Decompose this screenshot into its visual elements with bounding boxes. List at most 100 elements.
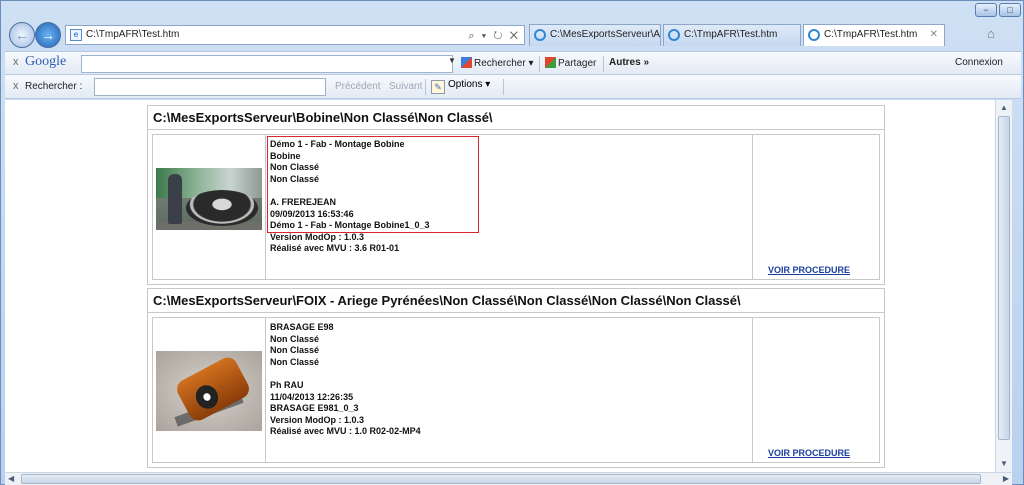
info-line-author: Ph RAU [270, 379, 304, 390]
info-line-date: 11/04/2013 12:26:35 [270, 391, 354, 402]
voir-procedure-link[interactable]: VOIR PROCEDURE [768, 265, 850, 275]
page-viewport: C:\MesExportsServeur\Bobine\Non Classé\N… [5, 100, 995, 472]
google-share-label: Partager [558, 58, 597, 69]
tab-label: C:\TmpAFR\Test.htm [824, 29, 918, 40]
info-line-mvu: Réalisé avec MVU : 3.6 R01-01 [270, 243, 400, 254]
procedure-row: Démo 1 - Fab - Montage Bobine Bobine Non… [152, 134, 880, 280]
tab-label: C:\TmpAFR\Test.htm [684, 29, 778, 40]
tab-close-icon[interactable]: ✕ [930, 25, 938, 45]
minimize-button[interactable]: − [975, 3, 997, 17]
scroll-left-icon[interactable]: ◀ [8, 473, 14, 485]
photo-coil [186, 190, 258, 226]
coil-photo-image [156, 168, 262, 230]
google-more-button[interactable]: Autres » [609, 57, 649, 68]
home-icon[interactable]: ⌂ [983, 26, 999, 42]
pencil-icon: ✎ [431, 80, 445, 94]
browser-window: − □ ← → e C:\TmpAFR\Test.htm ⌕ ▾ ↻ ✕ C:\… [0, 0, 1024, 485]
tab-label: C:\MesExportsServeur\AX... [550, 29, 661, 40]
find-options-label: Options ▾ [448, 79, 491, 90]
toolbar-separator [603, 56, 604, 72]
info-line-category: Bobine [270, 150, 301, 161]
tab-mesexports[interactable]: C:\MesExportsServeur\AX... [529, 24, 661, 46]
info-line-class2: Non Classé [270, 345, 320, 356]
find-bar: x Rechercher : Précédent Suivant ✎ Option… [5, 75, 1021, 99]
procedure-section: C:\MesExportsServeur\Bobine\Non Classé\N… [147, 105, 885, 285]
chevron-down-icon: ▾ [528, 58, 534, 69]
page-icon: e [70, 29, 82, 41]
procedure-link-cell: VOIR PROCEDURE [753, 135, 879, 279]
photo-person [168, 174, 182, 224]
find-bar-close-icon[interactable]: x [13, 80, 19, 92]
google-search-icon [461, 57, 472, 68]
google-connect-link[interactable]: Connexion [955, 57, 1003, 68]
procedure-section: C:\MesExportsServeur\FOIX - Ariege Pyrén… [147, 288, 885, 468]
info-line-blank [270, 185, 748, 197]
section-body: Démo 1 - Fab - Montage Bobine Bobine Non… [148, 130, 884, 284]
navigation-bar: ← → e C:\TmpAFR\Test.htm ⌕ ▾ ↻ ✕ C:\MesE… [5, 21, 1021, 49]
procedure-thumbnail-cell [153, 318, 266, 462]
info-line-class2: Non Classé [270, 173, 320, 184]
info-line-author: A. FREREJEAN [270, 196, 337, 207]
arrow-right-icon: → [41, 27, 55, 43]
find-options-button[interactable]: ✎ Options ▾ [431, 79, 490, 94]
address-text: C:\TmpAFR\Test.htm [86, 29, 180, 40]
info-line-blank [270, 368, 748, 380]
horizontal-scroll-thumb[interactable] [21, 474, 981, 484]
info-line-mvu: Réalisé avec MVU : 1.0 R02-02-MP4 [270, 426, 421, 437]
tab-test-2[interactable]: C:\TmpAFR\Test.htm ✕ [803, 24, 945, 46]
horizontal-scrollbar[interactable]: ◀ ▶ [5, 472, 1012, 485]
tab-test-1[interactable]: C:\TmpAFR\Test.htm [663, 24, 801, 46]
procedure-info-cell: BRASAGE E98 Non Classé Non Classé Non Cl… [266, 318, 753, 462]
back-button[interactable]: ← [9, 22, 35, 48]
toolbar-separator [539, 56, 540, 72]
google-search-button[interactable]: Rechercher ▾ [461, 57, 534, 69]
google-toolbar-close-icon[interactable]: x [13, 56, 19, 68]
info-line-title: BRASAGE E98 [270, 322, 334, 332]
info-line-class3: Non Classé [270, 356, 320, 367]
section-body: BRASAGE E98 Non Classé Non Classé Non Cl… [148, 313, 884, 467]
ie-icon [808, 29, 820, 41]
scroll-down-icon[interactable]: ▼ [997, 457, 1011, 471]
section-path-header: C:\MesExportsServeur\FOIX - Ariege Pyrén… [148, 289, 884, 313]
scroll-right-icon[interactable]: ▶ [1003, 473, 1009, 485]
google-share-button[interactable]: Partager [545, 57, 596, 69]
vertical-scroll-thumb[interactable] [998, 116, 1010, 440]
info-line-file: BRASAGE E981_0_3 [270, 403, 359, 414]
section-path-header: C:\MesExportsServeur\Bobine\Non Classé\N… [148, 106, 884, 130]
google-search-input[interactable] [81, 55, 453, 73]
forward-button[interactable]: → [35, 22, 61, 48]
info-line-file: Démo 1 - Fab - Montage Bobine1_0_3 [270, 220, 430, 231]
window-caption-buttons: − □ [975, 3, 1021, 19]
arrow-left-icon: ← [15, 27, 29, 43]
info-line-version: Version ModOp : 1.0.3 [270, 231, 365, 242]
info-line-date: 09/09/2013 16:53:46 [270, 208, 354, 219]
find-bar-label: Rechercher : [25, 81, 83, 92]
google-dropdown-icon[interactable]: ▼ [448, 56, 456, 65]
procedure-link-cell: VOIR PROCEDURE [753, 318, 879, 462]
address-bar[interactable]: e C:\TmpAFR\Test.htm ⌕ ▾ ↻ ✕ [65, 25, 525, 45]
maximize-button[interactable]: □ [999, 3, 1021, 17]
voir-procedure-link[interactable]: VOIR PROCEDURE [768, 448, 850, 458]
toolbar-separator [425, 79, 426, 95]
find-previous-button[interactable]: Précédent [335, 81, 381, 92]
procedure-thumbnail-cell [153, 135, 266, 279]
share-icon [545, 57, 556, 68]
ie-icon [668, 29, 680, 41]
toolbar-separator [503, 79, 504, 95]
google-search-label: Rechercher [474, 58, 526, 69]
find-input[interactable] [94, 78, 326, 96]
find-next-button[interactable]: Suivant [389, 81, 422, 92]
ie-icon [534, 29, 546, 41]
page-content: C:\MesExportsServeur\Bobine\Non Classé\N… [147, 105, 885, 471]
vertical-scrollbar[interactable]: ▲ ▼ [995, 100, 1012, 472]
procedure-info-cell: Démo 1 - Fab - Montage Bobine Bobine Non… [266, 135, 753, 279]
google-logo: Google [25, 54, 67, 69]
info-line-version: Version ModOp : 1.0.3 [270, 414, 365, 425]
info-line-class1: Non Classé [270, 333, 320, 344]
address-tools[interactable]: ⌕ ▾ ↻ ✕ [468, 27, 520, 45]
procedure-row: BRASAGE E98 Non Classé Non Classé Non Cl… [152, 317, 880, 463]
info-line-class1: Non Classé [270, 162, 320, 173]
info-line-title: Démo 1 - Fab - Montage Bobine [270, 139, 405, 149]
google-toolbar: x Google ▼ Rechercher ▾ Partager Autres … [5, 51, 1021, 75]
scroll-up-icon[interactable]: ▲ [997, 101, 1011, 115]
